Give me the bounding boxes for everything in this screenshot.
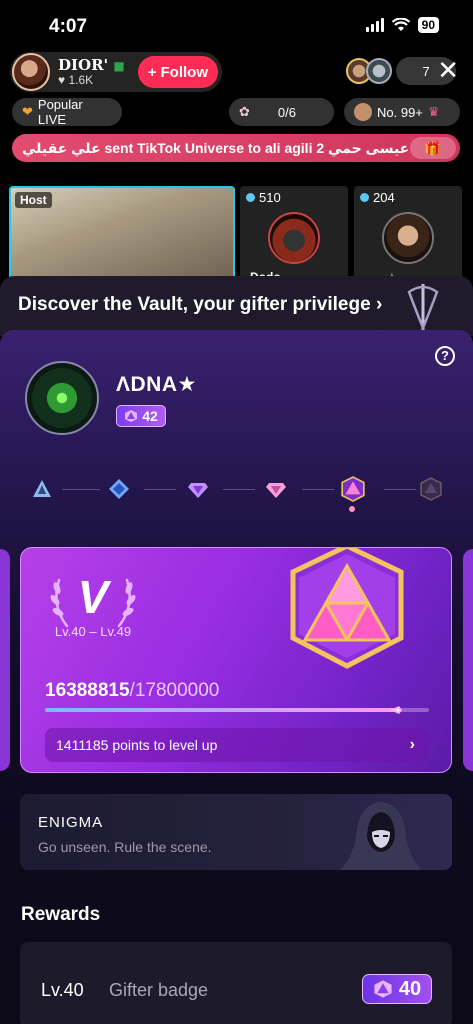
tier-5-icon[interactable]	[340, 476, 366, 502]
gem-icon	[374, 980, 392, 998]
chevron-right-icon: ›	[409, 736, 415, 753]
guest-score: 510	[259, 190, 281, 205]
coin-icon	[360, 193, 369, 202]
coin-icon	[246, 193, 255, 202]
avatar[interactable]	[25, 361, 99, 435]
host-video-tile[interactable]: Host	[9, 186, 235, 286]
vault-emblem-icon	[407, 284, 439, 332]
tier-4-icon[interactable]	[264, 477, 288, 501]
popular-live-chip[interactable]: ❤ Popular LIVE	[12, 97, 122, 127]
wifi-icon	[391, 18, 410, 31]
chevron-right-icon: ›	[375, 294, 383, 315]
close-icon[interactable]: ✕	[437, 57, 459, 83]
signal-icon	[365, 18, 384, 32]
gift-goal-chip[interactable]: ✿ 0/6	[229, 98, 334, 126]
tier-level-range: Lv.40 – Lv.49	[54, 624, 132, 639]
heart-icon: ♥	[58, 72, 66, 87]
avatar	[268, 212, 320, 264]
rewards-heading: Rewards	[21, 904, 101, 925]
gifter-badge: 40	[362, 974, 432, 1004]
vault-title[interactable]: Discover the Vault, your gifter privileg…	[18, 294, 382, 316]
status-bar: 4:07 90	[0, 0, 473, 50]
host-profile-pill[interactable]: DIOR' ■ ♥ 1.6K + Follow	[10, 52, 222, 92]
perk-title: ENIGMA	[38, 814, 104, 831]
avatar	[382, 212, 434, 264]
follow-button[interactable]: + Follow	[137, 56, 218, 88]
host-likes: 1.6K	[68, 72, 94, 87]
reward-row[interactable]: Lv.40 Gifter badge 40	[20, 942, 452, 1024]
vault-panel: ? ɅDNA★ 42 V Lv.40 – Lv.49 16388815/1780…	[0, 330, 473, 1024]
reward-name: Gifter badge	[109, 980, 209, 1000]
user-name: ɅDNA★	[116, 373, 197, 396]
host-label: Host	[15, 192, 52, 208]
clock: 4:07	[49, 16, 88, 37]
points-readout: 16388815/17800000	[45, 680, 220, 701]
broken-heart-icon: ❤	[22, 104, 33, 119]
plus-icon: +	[147, 63, 157, 81]
host-name: DIOR' ■	[58, 56, 125, 75]
tier-1-icon[interactable]	[30, 477, 54, 501]
avatar[interactable]	[366, 58, 392, 84]
host-avatar[interactable]	[12, 53, 50, 91]
tier-2-icon[interactable]	[107, 477, 131, 501]
announcement-text: علي عقيلي sent TikTok Universe to ali ag…	[22, 139, 410, 156]
guest-tile[interactable]: 510 Dodo	[240, 186, 348, 286]
current-tier-indicator	[349, 506, 355, 512]
rank-chip[interactable]: No. 99+ ♛	[344, 98, 460, 126]
help-icon[interactable]: ?	[435, 346, 455, 366]
enigma-perk-card[interactable]: ENIGMA Go unseen. Rule the scene.	[20, 794, 452, 870]
progress-bar	[45, 706, 429, 714]
tier-numeral: V	[77, 571, 109, 623]
level-badge: 42	[116, 405, 166, 427]
gift-announcement-banner[interactable]: علي عقيلي sent TikTok Universe to ali ag…	[12, 134, 460, 162]
perk-subtitle: Go unseen. Rule the scene.	[38, 839, 212, 855]
level-up-row[interactable]: 1411185 points to level up ›	[45, 728, 429, 762]
tier-gem-icon	[290, 548, 404, 669]
hooded-figure-icon	[340, 802, 422, 870]
tier-6-icon[interactable]	[419, 477, 443, 501]
gift-icon: ✿	[239, 104, 250, 119]
reward-level: Lv.40	[41, 980, 84, 1000]
flag-icon: ■	[113, 59, 125, 74]
guest-score: 204	[373, 190, 395, 205]
gift-box-icon[interactable]: 🎁	[410, 137, 456, 159]
vault-header[interactable]: Discover the Vault, your gifter privileg…	[0, 276, 473, 336]
gem-icon	[125, 410, 138, 422]
prev-tier-card[interactable]	[0, 549, 10, 771]
avatar	[354, 103, 372, 121]
tier-track	[30, 474, 446, 504]
next-tier-card[interactable]	[463, 549, 473, 771]
progress-fill	[45, 708, 399, 712]
tier-3-icon[interactable]	[186, 477, 210, 501]
rocket-icon	[389, 706, 402, 714]
trophy-icon: ♛	[427, 104, 440, 119]
guest-tile[interactable]: 204 ف ري	[354, 186, 462, 286]
battery-icon: 90	[417, 17, 439, 33]
tier-card[interactable]: V Lv.40 – Lv.49 16388815/17800000 141118…	[20, 547, 452, 773]
